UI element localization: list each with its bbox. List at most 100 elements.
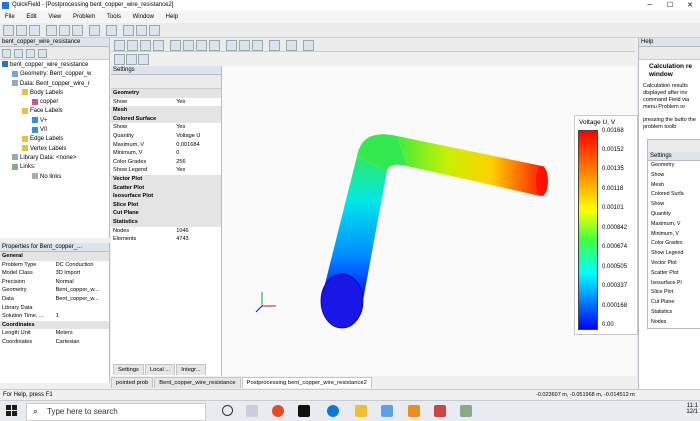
plot-icon[interactable] [252,40,263,51]
prop-value[interactable]: Cartesian [54,338,109,347]
settings-section[interactable]: Mesh [111,106,221,115]
tree-item-v0[interactable]: V0 [0,126,109,135]
windows-start-icon[interactable] [6,405,17,416]
store-icon[interactable] [408,405,420,417]
project-new-icon[interactable] [2,49,11,58]
settings-section[interactable]: Vector Plot [111,174,221,184]
tree-item-data[interactable]: Data: Bent_copper_wire_r [0,80,109,89]
new-icon[interactable] [3,25,14,36]
tree-item-v-plus[interactable]: V+ [0,117,109,126]
view-iso-icon[interactable] [209,40,220,51]
paste-icon[interactable] [72,25,83,36]
prop-value[interactable]: 1 [54,312,109,321]
doc-tab-active[interactable]: Postprocessing bent_copper_wire_resistan… [241,377,372,388]
netflix-icon[interactable] [298,405,310,417]
edge-icon[interactable] [327,405,339,417]
table-icon[interactable] [303,40,314,51]
doc-tab[interactable]: pointed prob [111,377,154,388]
prop-value[interactable]: Bent_copper_w... [54,286,109,295]
settings-value[interactable]: Yes [174,166,221,175]
settings-section[interactable]: Colored Surface [111,114,221,124]
view-side-icon[interactable] [196,40,207,51]
field-picture-icon[interactable] [226,40,237,51]
prop-value[interactable]: Meters [54,329,109,338]
view-top-icon[interactable] [183,40,194,51]
settings-value[interactable]: 0 [174,149,221,158]
settings-section[interactable]: Cut Plane [111,209,221,218]
settings-section[interactable]: Scatter Plot [111,183,221,193]
project-save-icon[interactable] [14,49,23,58]
tree-item-body-labels[interactable]: Body Labels [0,89,109,98]
mail-icon[interactable] [381,405,393,417]
settings-section[interactable]: Isosurface Plot [111,192,221,201]
tab-settings[interactable]: Settings [113,364,144,375]
view-front-icon[interactable] [170,40,181,51]
calculator-icon[interactable] [239,40,250,51]
clock[interactable]: 11:1 12/1 [676,403,698,415]
tree-item-face-labels[interactable]: Face Labels [0,107,109,116]
tree-item-no-links[interactable]: No links [0,172,109,182]
taskbar-search-box[interactable]: ⌕ Type here to search [26,403,206,421]
project-properties-icon[interactable] [26,49,35,58]
prop-value[interactable]: Normal [54,278,109,287]
prop-value[interactable] [54,304,109,313]
tree-item-edge-labels[interactable]: Edge Labels [0,135,109,144]
tree-item-library-data[interactable]: Library Data: <none> [0,154,109,163]
tree-item-links[interactable]: Links: [0,163,109,172]
settings-value[interactable]: 256 [174,158,221,167]
zoom-fit-icon[interactable] [138,54,149,65]
context-help-icon[interactable] [136,25,147,36]
settings-section[interactable]: Statistics [111,217,221,227]
tree-item-vertex-labels[interactable]: Vertex Labels [0,145,109,154]
settings-section[interactable]: Slice Plot [111,200,221,210]
prop-value[interactable]: Bent_copper_w... [54,295,109,304]
save-icon[interactable] [29,25,40,36]
settings-value[interactable]: 0.001684 [174,141,221,150]
section-coordinates[interactable]: Coordinates [0,320,109,330]
menu-problem[interactable]: Problem [68,11,100,23]
settings-section[interactable]: Geometry [111,89,221,98]
print-icon[interactable] [89,25,100,36]
tab-local[interactable]: Local ... [144,364,176,375]
project-delete-icon[interactable] [38,49,47,58]
open-icon[interactable] [16,25,27,36]
menu-edit[interactable]: Edit [21,11,41,23]
menu-file[interactable]: File [0,11,20,23]
settings-value[interactable]: Yes [174,123,221,132]
maximize-button[interactable]: ☐ [660,0,680,11]
file-explorer-icon[interactable] [355,405,367,417]
tree-item-copper[interactable]: copper [0,98,109,107]
tree-item-problem[interactable]: bent_copper_wire_resistance [0,61,109,70]
app-icon[interactable] [460,405,472,417]
menu-view[interactable]: View [43,11,66,23]
tree-item-geometry[interactable]: Geometry: Bent_copper_w [0,70,109,79]
cut-icon[interactable] [46,25,57,36]
menu-window[interactable]: Window [128,11,159,23]
menu-help[interactable]: Help [161,11,183,23]
doc-tab[interactable]: Bent_copper_wire_resistance [154,377,241,388]
zoom-out-icon[interactable] [126,54,137,65]
zoom-in-icon[interactable] [114,54,125,65]
tab-integrals[interactable]: Integr... [176,364,206,375]
pan-icon[interactable] [140,40,151,51]
solve-icon[interactable] [149,25,160,36]
settings-value[interactable]: Yes [174,98,221,107]
prop-value[interactable]: DC Conduction [54,261,109,270]
settings-value[interactable]: Voltage U [174,132,221,141]
zoom-icon[interactable] [153,40,164,51]
settings-icon[interactable] [106,25,117,36]
task-view-icon[interactable] [246,405,258,417]
menu-tools[interactable]: Tools [102,11,126,23]
chrome-icon[interactable] [272,405,284,417]
rotate-icon[interactable] [127,40,138,51]
prop-value[interactable]: 3D Import [54,269,109,278]
section-general[interactable]: General [0,252,109,261]
quickfield-taskbar-icon[interactable] [434,405,446,417]
chart-icon[interactable] [286,40,297,51]
cortana-icon[interactable] [222,405,233,416]
copy-picture-icon[interactable] [269,40,280,51]
help-icon[interactable] [123,25,134,36]
close-button[interactable]: ✕ [680,0,700,11]
minimize-button[interactable]: ─ [640,0,660,11]
select-icon[interactable] [114,40,125,51]
